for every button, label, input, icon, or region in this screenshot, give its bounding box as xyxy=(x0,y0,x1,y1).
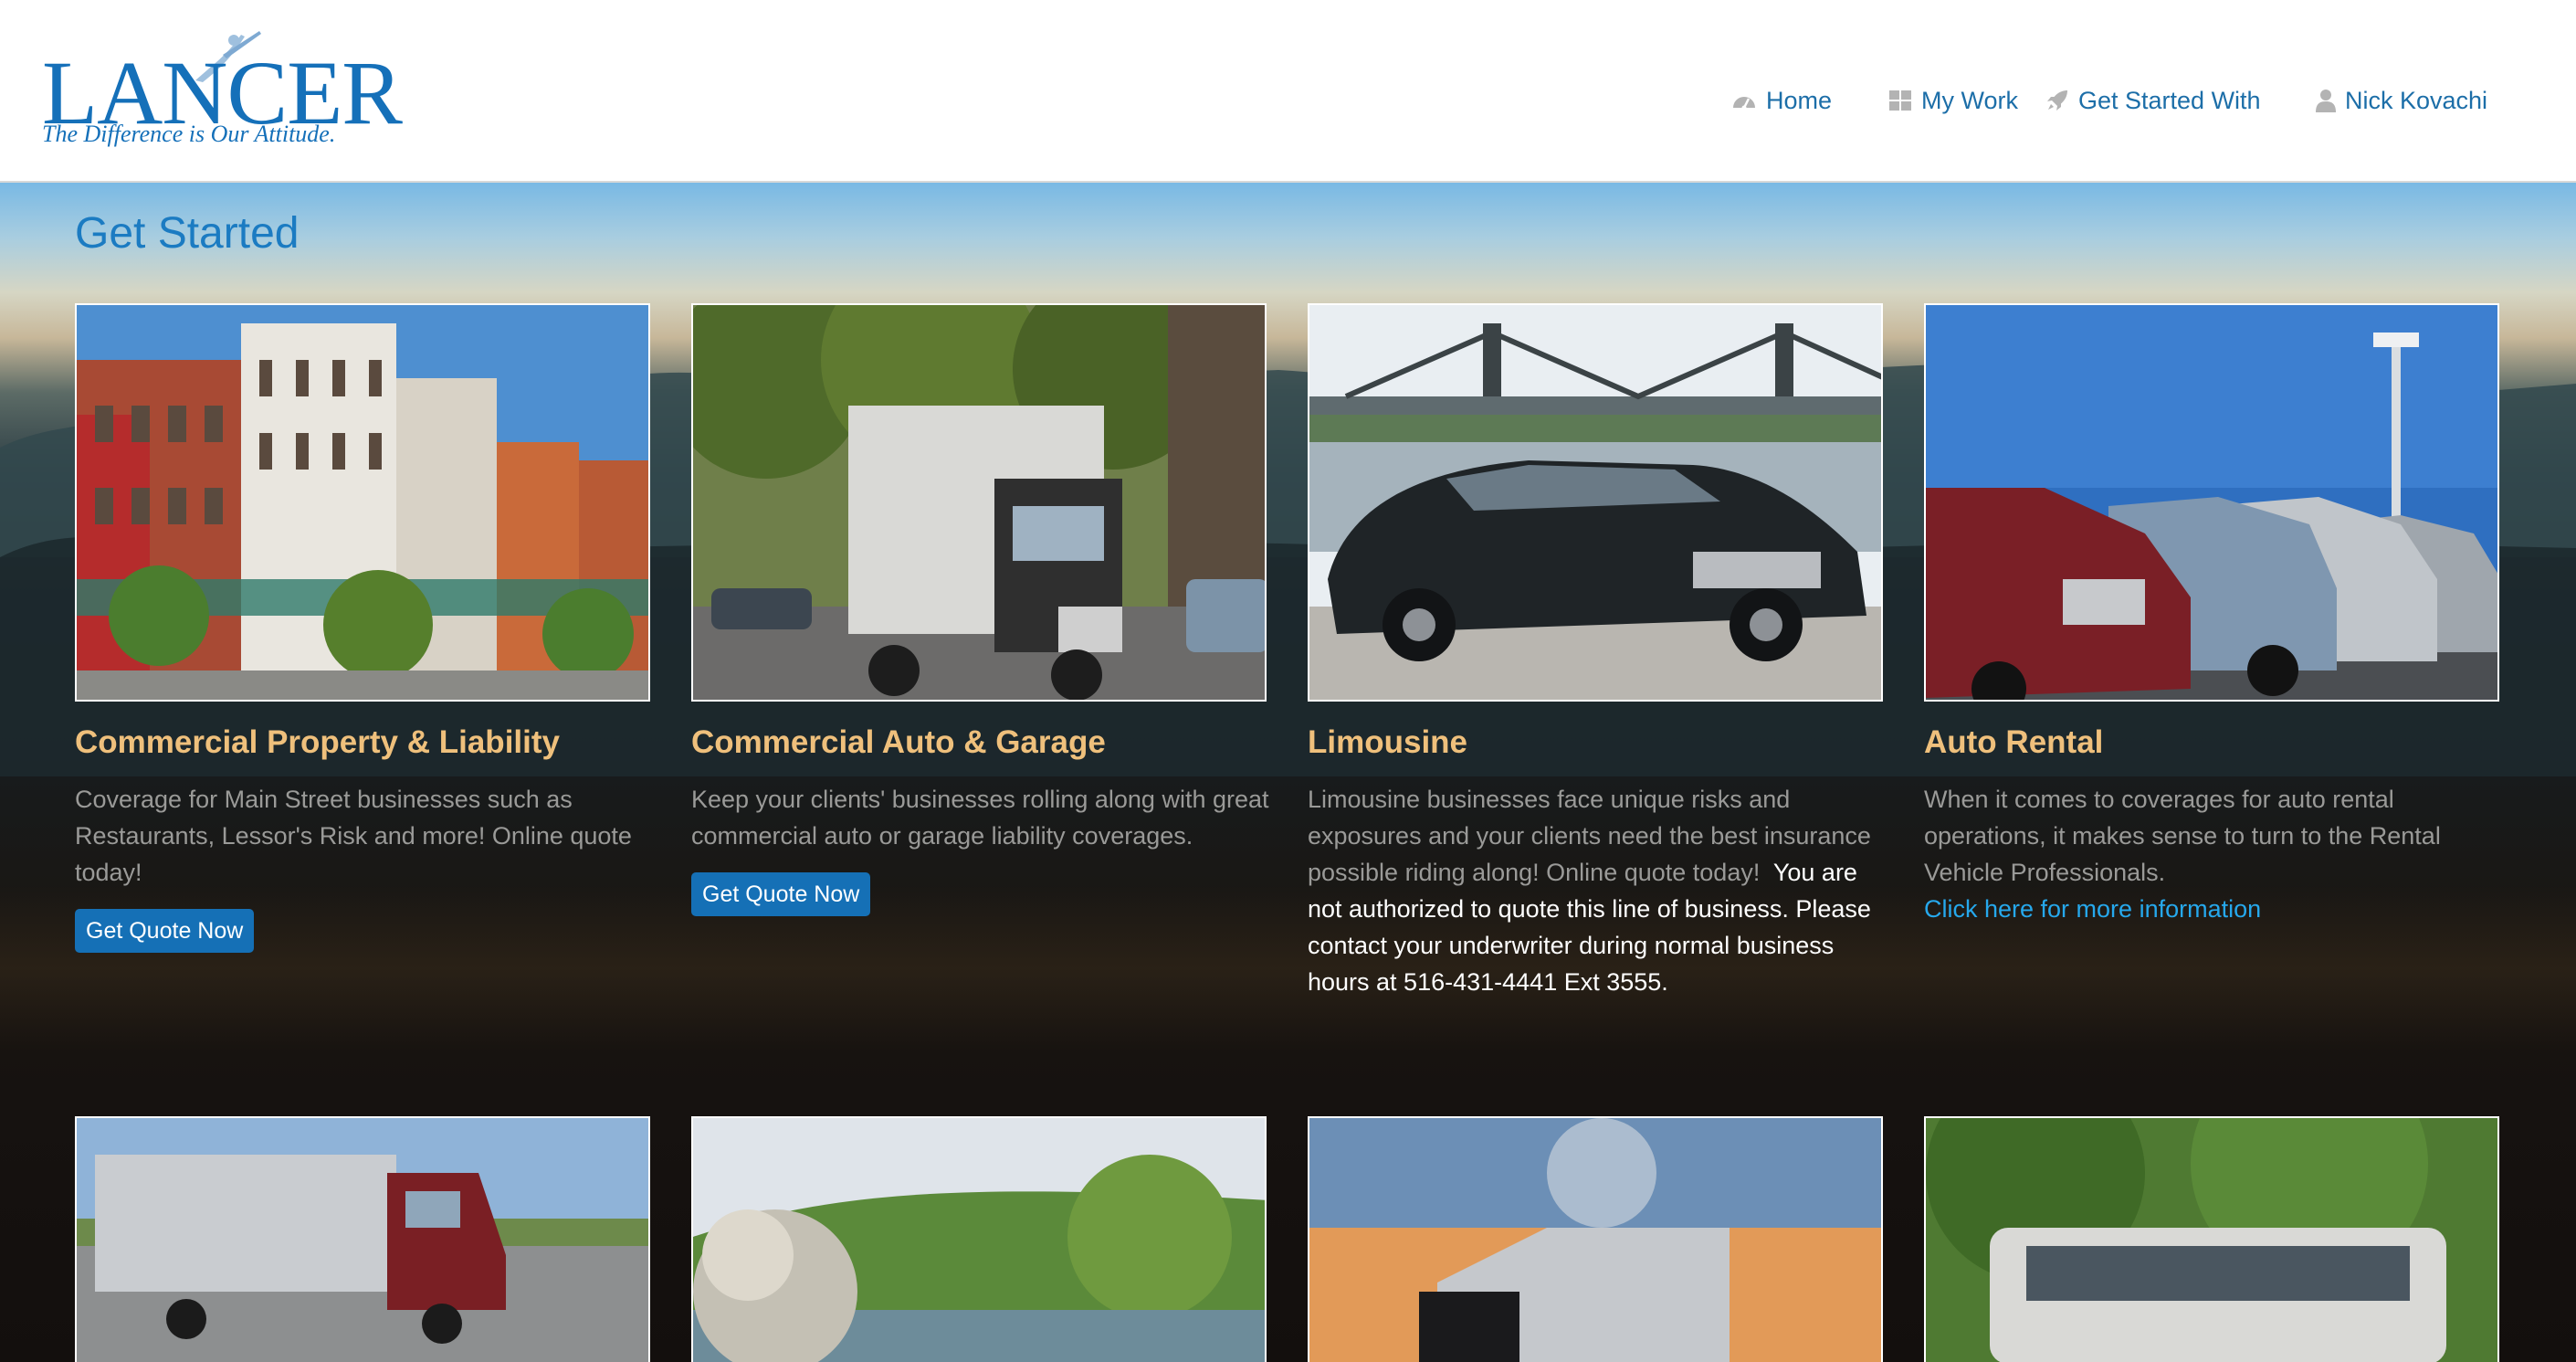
page-title: Get Started xyxy=(75,209,300,258)
nav-get-started-with-label: Get Started With xyxy=(2078,86,2261,114)
water-splash-image xyxy=(693,1118,1265,1362)
nav-user-name: Nick Kovachi xyxy=(2345,86,2488,114)
card-title-commercial-auto[interactable]: Commercial Auto & Garage xyxy=(691,724,1106,761)
limousine-image xyxy=(1309,305,1881,700)
get-quote-button-commercial-auto[interactable]: Get Quote Now xyxy=(691,872,871,916)
rocket-icon xyxy=(2047,90,2067,111)
card-desc-limousine: Limousine businesses face unique risks a… xyxy=(1308,781,1892,1000)
auto-rental-more-info-link[interactable]: Click here for more information xyxy=(1924,895,2261,923)
card-image-trucking[interactable] xyxy=(75,1116,650,1362)
nav-user-account[interactable]: Nick Kovachi xyxy=(2316,84,2487,117)
nav-my-work-label: My Work xyxy=(1921,86,2018,114)
card-desc-auto-rental: When it comes to coverages for auto rent… xyxy=(1924,781,2508,927)
semi-truck-lot-image xyxy=(77,1118,648,1362)
card-image-commercial-auto[interactable] xyxy=(691,303,1267,702)
lancer-logo[interactable]: LANCER The Difference is Our Attitude. xyxy=(40,27,403,155)
card-title-commercial-property[interactable]: Commercial Property & Liability xyxy=(75,724,560,761)
nav-home[interactable]: Home xyxy=(1731,84,1832,117)
card-image-marine[interactable] xyxy=(691,1116,1267,1362)
card-image-limousine[interactable] xyxy=(1308,303,1883,702)
site-header: LANCER The Difference is Our Attitude. H… xyxy=(0,0,2576,183)
dashboard-icon xyxy=(1733,97,1755,111)
card-title-auto-rental[interactable]: Auto Rental xyxy=(1924,724,2103,761)
get-quote-button-commercial-property[interactable]: Get Quote Now xyxy=(75,909,255,953)
user-icon xyxy=(2316,90,2336,112)
card-desc-commercial-auto: Keep your clients' businesses rolling al… xyxy=(691,786,1269,850)
bus-under-trees-image xyxy=(1926,1118,2497,1362)
nav-home-label: Home xyxy=(1766,86,1833,114)
grid-icon xyxy=(1889,90,1911,111)
auto-rental-description: When it comes to coverages for auto rent… xyxy=(1924,786,2441,886)
card-title-limousine[interactable]: Limousine xyxy=(1308,724,1467,761)
storefronts-image xyxy=(77,305,648,700)
nav-get-started-with[interactable]: Get Started With xyxy=(2045,84,2261,117)
card-image-bus[interactable] xyxy=(1924,1116,2499,1362)
card-desc-commercial-property: Coverage for Main Street businesses such… xyxy=(75,786,632,886)
logo-tagline: The Difference is Our Attitude. xyxy=(42,121,336,147)
card-image-auto-rental[interactable] xyxy=(1924,303,2499,702)
truck-sunset-image xyxy=(1309,1118,1881,1362)
nav-my-work[interactable]: My Work xyxy=(1888,84,2018,117)
box-truck-image xyxy=(693,305,1265,700)
rental-cars-image xyxy=(1926,305,2497,700)
card-image-long-haul[interactable] xyxy=(1308,1116,1883,1362)
card-image-commercial-property[interactable] xyxy=(75,303,650,702)
